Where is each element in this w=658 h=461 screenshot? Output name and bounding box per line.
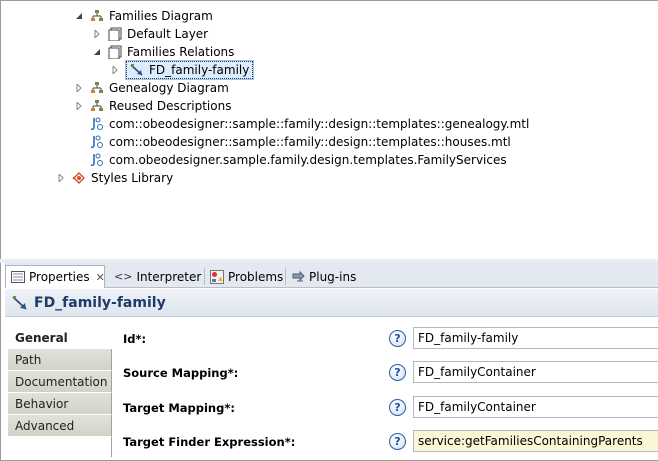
expand-open-icon[interactable] xyxy=(74,11,84,21)
expand-closed-icon[interactable] xyxy=(110,65,120,75)
properties-form: Id*: ? FD_family-family Source Mapping*:… xyxy=(112,325,658,457)
tree-item-label: Families Diagram xyxy=(109,9,213,23)
tab-label: Plug-ins xyxy=(309,269,357,284)
tree-item-styles-library[interactable]: Styles Library xyxy=(56,169,173,187)
tree-item-label: Styles Library xyxy=(91,171,174,185)
tree-item-label: Genealogy Diagram xyxy=(109,81,229,95)
field-row-target-finder-expression: Target Finder Expression*: ? service:get… xyxy=(112,428,658,456)
tree-item-genealogy-mtl[interactable]: com::obeodesigner::sample::family::desig… xyxy=(90,115,529,133)
tree-item-fd-family-family[interactable]: FD_family-family xyxy=(110,60,255,80)
tab-label: Problems xyxy=(228,269,284,284)
selected-node[interactable]: FD_family-family xyxy=(124,60,255,80)
expand-closed-icon[interactable] xyxy=(74,83,84,93)
tab-plug-ins[interactable]: Plug-ins xyxy=(286,265,361,288)
layer-icon xyxy=(108,45,122,59)
properties-icon xyxy=(11,271,25,283)
tree-item-family-services[interactable]: com.obeodesigner.sample.family.design.te… xyxy=(90,151,507,169)
java-extension-icon xyxy=(90,135,104,149)
id-field[interactable]: FD_family-family xyxy=(413,327,658,349)
tree-item-label: Families Relations xyxy=(127,45,235,59)
tab-problems[interactable]: Problems xyxy=(205,265,288,288)
help-icon[interactable]: ? xyxy=(389,330,406,347)
section-tabs-filler xyxy=(8,437,112,457)
tree-item-label: com::obeodesigner::sample::family::desig… xyxy=(109,117,530,131)
source-mapping-field[interactable]: FD_familyContainer xyxy=(413,361,658,383)
diagram-description-icon xyxy=(90,81,104,95)
tree-item-label: FD_family-family xyxy=(149,63,250,77)
tab-label: Properties xyxy=(29,270,90,284)
section-tab-path[interactable]: Path xyxy=(8,349,112,371)
tree-item-default-layer[interactable]: Default Layer xyxy=(92,25,208,43)
edge-mapping-icon xyxy=(12,295,28,311)
properties-header: FD_family-family xyxy=(5,289,658,317)
tree-item-label: com.obeodesigner.sample.family.design.te… xyxy=(109,153,507,167)
close-icon[interactable]: ✕ xyxy=(96,271,105,284)
edge-mapping-icon xyxy=(130,63,144,77)
styles-library-icon xyxy=(72,171,86,185)
expand-closed-icon[interactable] xyxy=(92,29,102,39)
tree-item-houses-mtl[interactable]: com::obeodesigner::sample::family::desig… xyxy=(90,133,511,151)
tab-label: Interpreter xyxy=(136,269,202,284)
field-row-id: Id*: ? FD_family-family xyxy=(112,325,658,353)
java-extension-icon xyxy=(90,117,104,131)
field-row-target-mapping: Target Mapping*: ? FD_familyContainer xyxy=(112,394,658,422)
model-tree[interactable]: Families Diagram Default Layer Families … xyxy=(8,1,652,259)
field-label: Target Finder Expression*: xyxy=(123,435,296,449)
expand-open-icon[interactable] xyxy=(92,47,102,57)
plugins-icon xyxy=(291,270,305,284)
expand-closed-icon[interactable] xyxy=(56,173,66,183)
field-label: Id*: xyxy=(123,332,147,346)
tree-item-label: com::obeodesigner::sample::family::desig… xyxy=(109,135,511,149)
tree-item-label: Reused Descriptions xyxy=(109,99,232,113)
help-icon[interactable]: ? xyxy=(389,399,406,416)
section-tab-documentation[interactable]: Documentation xyxy=(8,371,112,393)
diagram-description-icon xyxy=(90,9,104,23)
tree-item-genealogy-diagram[interactable]: Genealogy Diagram xyxy=(74,79,229,97)
field-label: Target Mapping*: xyxy=(123,401,235,415)
tab-interpreter[interactable]: <> Interpreter xyxy=(109,265,206,288)
diagram-description-icon xyxy=(90,99,104,113)
layer-icon xyxy=(108,27,122,41)
help-icon[interactable]: ? xyxy=(389,433,406,450)
section-tab-advanced[interactable]: Advanced xyxy=(8,415,112,437)
section-tab-behavior[interactable]: Behavior xyxy=(8,393,112,415)
tree-item-label: Default Layer xyxy=(127,27,209,41)
field-label: Source Mapping*: xyxy=(123,366,239,380)
help-icon[interactable]: ? xyxy=(389,364,406,381)
expand-closed-icon[interactable] xyxy=(74,101,84,111)
field-row-source-mapping: Source Mapping*: ? FD_familyContainer xyxy=(112,359,658,387)
view-tab-bar: Properties ✕ <> Interpreter Problems Plu… xyxy=(5,263,658,288)
tree-item-families-diagram[interactable]: Families Diagram xyxy=(74,7,213,25)
problems-icon xyxy=(210,269,224,284)
java-extension-icon xyxy=(90,153,104,167)
section-tab-general[interactable]: General xyxy=(8,327,112,349)
tab-properties[interactable]: Properties ✕ xyxy=(5,265,105,288)
tree-item-reused-descriptions[interactable]: Reused Descriptions xyxy=(74,97,231,115)
interpreter-icon: <> xyxy=(114,270,133,283)
properties-title: FD_family-family xyxy=(34,294,166,311)
tree-item-families-relations[interactable]: Families Relations xyxy=(92,43,234,61)
target-finder-expression-field[interactable]: service:getFamiliesContainingParents xyxy=(413,430,658,452)
target-mapping-field[interactable]: FD_familyContainer xyxy=(413,396,658,418)
